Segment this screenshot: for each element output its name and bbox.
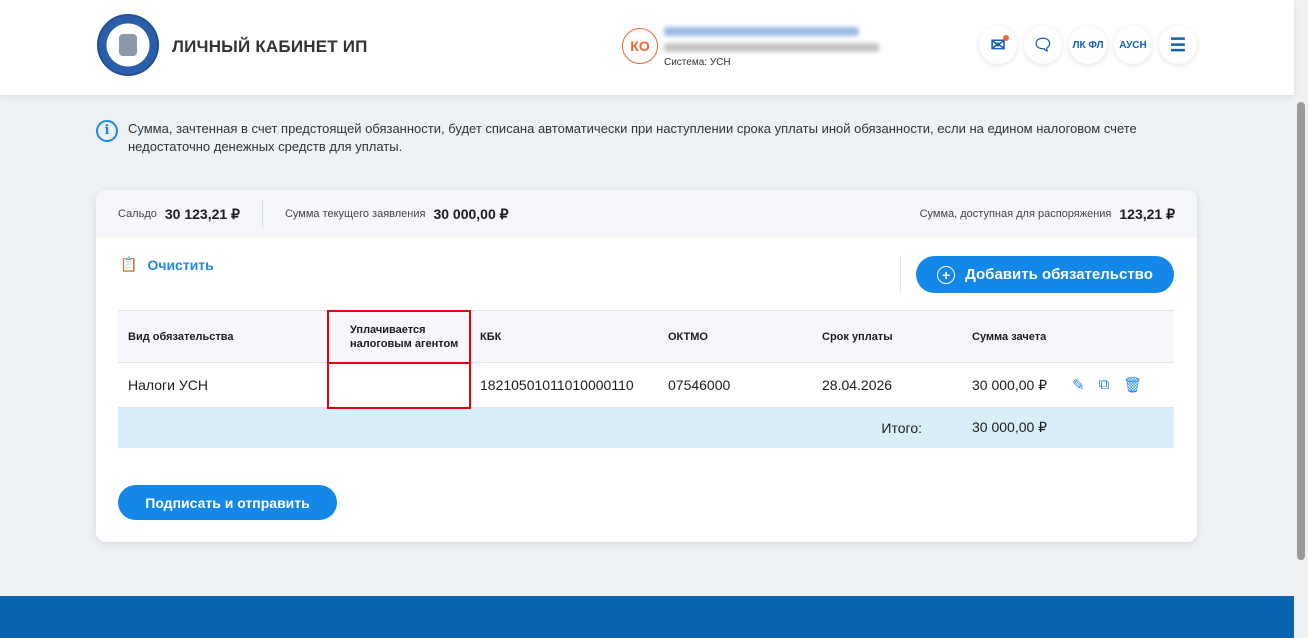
app-title: ЛИЧНЫЙ КАБИНЕТ ИП — [172, 37, 368, 56]
divider — [900, 255, 901, 293]
info-text: Сумма, зачтенная в счет предстоящей обяз… — [128, 121, 1137, 154]
clear-list-icon: 📋 — [120, 256, 138, 272]
edit-icon[interactable]: ✎ — [1072, 376, 1085, 394]
header: ЛИЧНЫЙ КАБИНЕТ ИП КО Система: УСН ✉ 🗨 ЛК… — [0, 0, 1294, 95]
cell-amount: 30 000,00 ₽ — [962, 362, 1062, 408]
ausn-button[interactable]: АУСН — [1114, 26, 1152, 64]
col-type: Вид обязательства — [118, 310, 328, 363]
offset-card: Сальдо 30 123,21 ₽ Сумма текущего заявлен… — [96, 190, 1197, 542]
col-kbk: КБК — [470, 310, 658, 363]
obligations-table: Вид обязательства Уплачивается налоговым… — [118, 309, 1174, 448]
table-header: Вид обязательства Уплачивается налоговым… — [118, 309, 1174, 364]
current-label: Сумма текущего заявления — [284, 208, 426, 220]
cell-kbk: 18210501011010000110 — [470, 362, 658, 408]
info-notice: i Сумма, зачтенная в счет предстоящей об… — [96, 120, 1186, 156]
add-label: Добавить обязательство — [965, 266, 1153, 283]
col-actions — [1062, 310, 1174, 363]
available-value: 123,21 ₽ — [1119, 205, 1175, 222]
mail-button[interactable]: ✉ — [979, 26, 1017, 64]
user-name-blurred — [664, 27, 859, 36]
user-inn-blurred — [664, 43, 879, 52]
chat-button[interactable]: 🗨 — [1024, 26, 1062, 64]
avatar[interactable]: КО — [622, 28, 658, 64]
cell-type: Налоги УСН — [118, 362, 328, 408]
summary-bar: Сальдо 30 123,21 ₽ Сумма текущего заявлен… — [96, 190, 1197, 238]
notification-dot — [1003, 35, 1009, 41]
clear-label: Очистить — [147, 256, 214, 273]
chat-icon: 🗨 — [1032, 37, 1054, 54]
divider — [261, 201, 263, 227]
total-row: Итого: 30 000,00 ₽ — [118, 407, 1174, 448]
trash-icon[interactable]: 🗑 — [1123, 376, 1142, 394]
available-label: Сумма, доступная для распоряжения — [919, 208, 1112, 220]
col-due: Срок уплаты — [812, 310, 962, 363]
sign-and-send-button[interactable]: Подписать и отправить — [118, 485, 337, 520]
add-obligation-button[interactable]: + Добавить обязательство — [916, 256, 1174, 293]
cell-due: 28.04.2026 — [812, 362, 962, 408]
tax-system: Система: УСН — [664, 57, 731, 68]
copy-icon[interactable]: ⧉ — [1099, 376, 1110, 394]
cell-oktmo: 07546000 — [658, 362, 812, 408]
info-icon: i — [96, 120, 118, 142]
saldo-label: Сальдо — [118, 208, 157, 220]
clear-button[interactable]: 📋 Очистить — [120, 256, 214, 273]
lk-fl-button[interactable]: ЛК ФЛ — [1069, 26, 1107, 64]
cell-agent — [327, 361, 471, 409]
scrollbar-thumb[interactable] — [1297, 102, 1305, 560]
menu-icon: ☰ — [1169, 34, 1187, 55]
menu-button[interactable]: ☰ — [1159, 26, 1197, 64]
total-label: Итого: — [812, 407, 962, 448]
col-oktmo: ОКТМО — [658, 310, 812, 363]
total-value: 30 000,00 ₽ — [962, 407, 1062, 448]
col-agent: Уплачивается налоговым агентом — [327, 309, 471, 364]
saldo-value: 30 123,21 ₽ — [164, 205, 240, 222]
col-amount: Сумма зачета — [962, 310, 1062, 363]
plus-circle-icon: + — [937, 265, 956, 284]
footer — [0, 596, 1294, 638]
fns-logo[interactable] — [97, 14, 159, 76]
table-row: Налоги УСН 18210501011010000110 07546000… — [118, 361, 1174, 409]
current-value: 30 000,00 ₽ — [433, 205, 509, 222]
